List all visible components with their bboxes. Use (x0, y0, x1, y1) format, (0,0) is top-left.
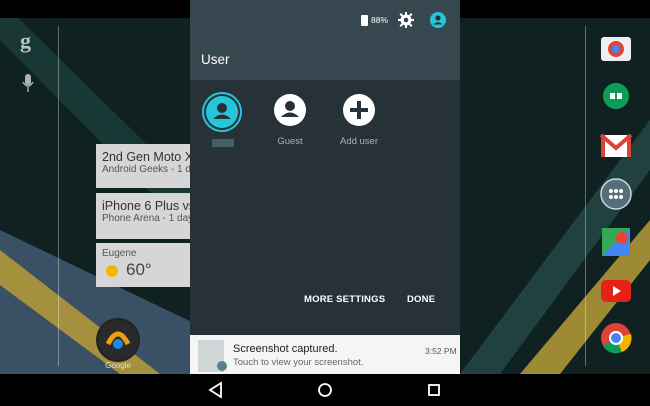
back-icon[interactable] (205, 380, 227, 400)
news-card[interactable]: 2nd Gen Moto X Android Geeks - 1 day (96, 144, 192, 188)
home-icon[interactable] (314, 380, 336, 400)
notification-subtitle: Touch to view your screenshot. (233, 357, 364, 368)
more-settings-button[interactable]: MORE SETTINGS (304, 294, 385, 305)
news-title: 2nd Gen Moto X (102, 150, 192, 164)
add-user-label: Add user (339, 136, 379, 147)
maps-icon[interactable] (600, 226, 632, 258)
user-switcher-icon[interactable] (430, 12, 446, 28)
notification-app-icon (217, 361, 227, 371)
news-source: Android Geeks - 1 day (102, 164, 192, 175)
youtube-icon[interactable] (600, 275, 632, 307)
panel-title: User (201, 52, 230, 67)
app-drawer-icon[interactable] (600, 178, 632, 210)
done-button[interactable]: DONE (407, 294, 435, 305)
news-source: Phone Arena - 1 day a (102, 213, 192, 224)
current-user-name-redacted (212, 139, 234, 147)
weather-widget[interactable]: Eugene 60° (96, 243, 192, 287)
google-app-icon[interactable] (96, 318, 140, 362)
sun-icon (106, 265, 118, 277)
google-search-icon[interactable]: g (20, 28, 31, 54)
news-card[interactable]: iPhone 6 Plus vs Phone Arena - 1 day a (96, 193, 192, 239)
microphone-icon[interactable] (22, 74, 34, 94)
weather-temp: 60° (126, 260, 152, 279)
settings-gear-icon[interactable] (398, 12, 414, 28)
guide-line (585, 26, 586, 366)
guide-line (58, 26, 59, 366)
guest-label: Guest (277, 136, 303, 147)
quick-settings-header (190, 0, 460, 80)
chrome-icon[interactable] (600, 322, 632, 354)
user-avatar-icon[interactable] (202, 92, 242, 132)
battery-percentage: 88% (371, 15, 389, 25)
hangouts-icon[interactable] (600, 81, 632, 113)
chrome-camera-icon[interactable] (600, 33, 632, 65)
notification-time: 3:52 PM (425, 346, 457, 356)
notification-title: Screenshot captured. (233, 343, 338, 355)
gmail-icon[interactable] (600, 130, 632, 162)
battery-icon (361, 15, 368, 26)
guest-avatar-icon[interactable] (273, 93, 307, 127)
app-label: Google (105, 361, 131, 370)
add-user-icon[interactable] (342, 93, 376, 127)
news-title: iPhone 6 Plus vs (102, 199, 192, 213)
recents-icon[interactable] (423, 380, 445, 400)
weather-city: Eugene (102, 248, 137, 259)
